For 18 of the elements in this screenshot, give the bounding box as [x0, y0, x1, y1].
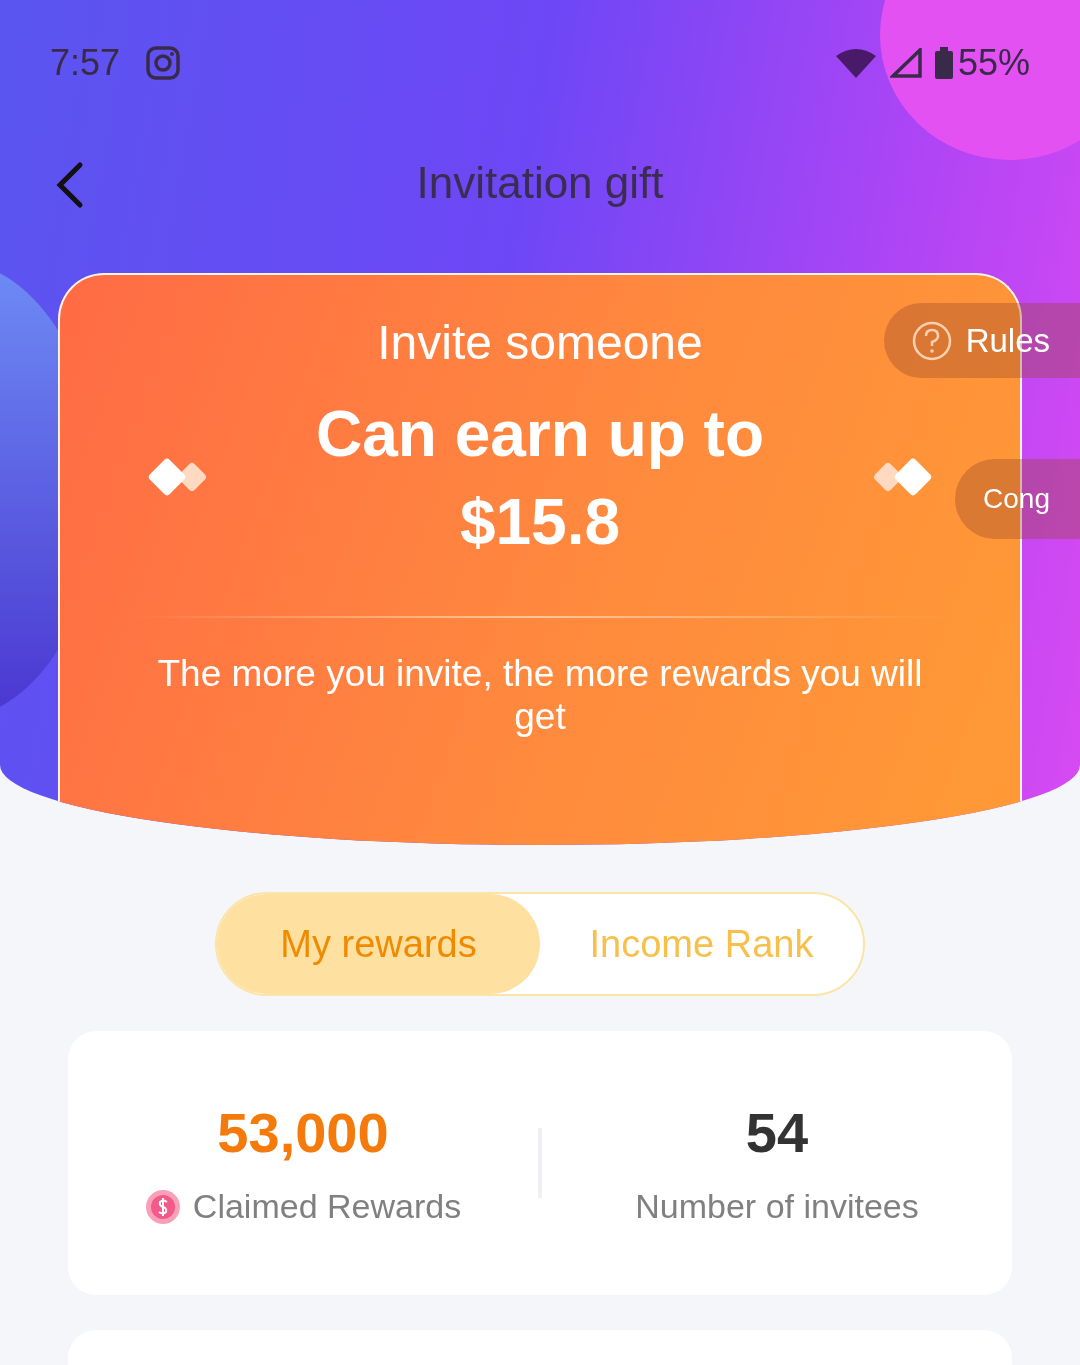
camera-icon — [146, 45, 181, 80]
coin-icon — [144, 1188, 181, 1225]
card-headline: Can earn up to — [316, 397, 764, 472]
stat-label: Number of invitees — [635, 1187, 919, 1226]
card-note: The more you invite, the more rewards you will get — [156, 652, 924, 738]
page-title: Invitation gift — [416, 157, 664, 208]
stat-label: Claimed Rewards — [192, 1187, 462, 1226]
help-icon — [911, 320, 952, 361]
stat-value: 54 — [745, 1100, 809, 1165]
battery-percent: 55% — [957, 41, 1030, 84]
signal-icon — [889, 47, 922, 78]
tab[interactable]: My rewards — [217, 894, 540, 994]
status-time: 7:57 — [50, 41, 121, 84]
reward-amount: $15.8 — [459, 485, 621, 560]
card-subtitle: Invite someone — [377, 315, 703, 370]
wifi-icon — [835, 47, 876, 78]
stat-value: 53,000 — [217, 1100, 389, 1165]
tab[interactable]: Income Rank — [540, 894, 863, 994]
